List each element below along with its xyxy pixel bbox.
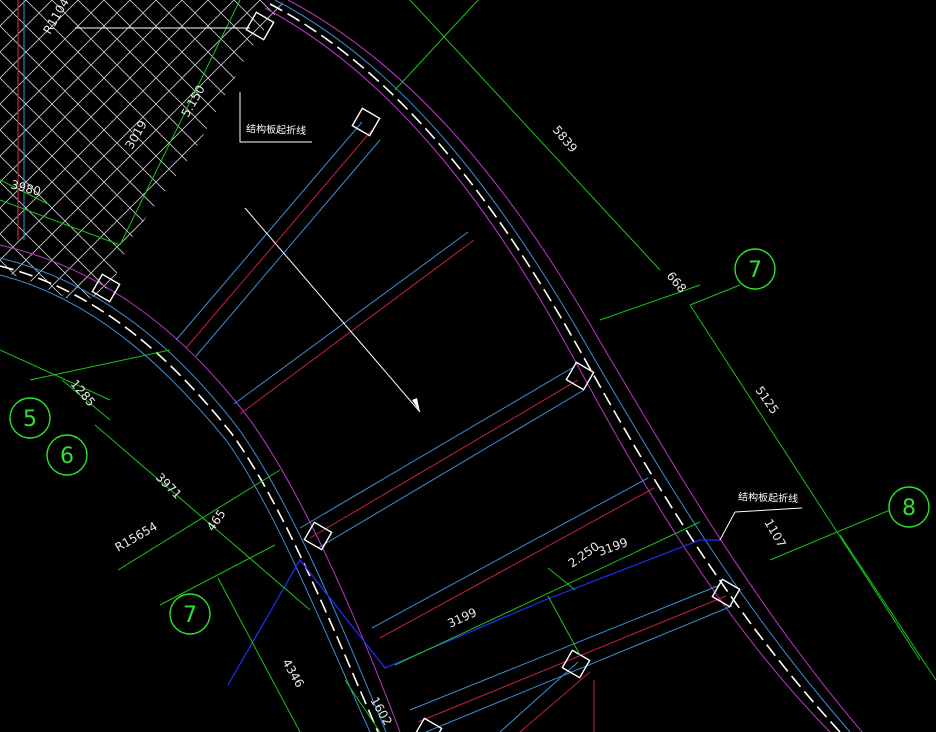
column-box (413, 717, 443, 732)
dim-1107: 1107 (761, 517, 788, 550)
note-fold-line-right: 结构板起折线 (738, 490, 798, 505)
note-fold-line-top: 结构板起折线 (246, 122, 306, 137)
dim-2250: 2.250 (566, 539, 602, 570)
axis-label-6: 6 (60, 444, 74, 469)
dim-668: 668 (664, 269, 689, 296)
axis-label-5: 5 (23, 407, 37, 432)
dim-465: 465 (204, 507, 229, 534)
dim-1602: 1602 (367, 695, 394, 728)
dim-3199-upper: 3199 (596, 535, 629, 559)
dim-5839: 5839 (550, 123, 580, 155)
axis-label-8: 8 (902, 496, 916, 521)
column-box (351, 107, 381, 137)
axis-label-7-bottom: 7 (183, 603, 197, 628)
column-box (303, 521, 333, 551)
slope-arrow (244, 207, 421, 413)
dim-4346: 4346 (279, 657, 306, 690)
radial-beams (175, 121, 733, 732)
grid-axis-bubbles (9, 248, 930, 635)
dim-3199-lower: 3199 (445, 605, 479, 631)
hatched-region (0, 0, 285, 305)
dim-1285: 1285 (68, 377, 98, 409)
outer-curved-beam (264, 0, 863, 732)
dim-3971: 3971 (153, 470, 184, 501)
dim-r15654: R15654 (113, 519, 160, 554)
dim-5125: 5125 (753, 384, 782, 417)
axis-label-7-top: 7 (748, 258, 762, 283)
cad-drawing-canvas[interactable]: 5 6 7 7 8 R1104 5839 668 5125 1107 3980 … (0, 0, 936, 732)
